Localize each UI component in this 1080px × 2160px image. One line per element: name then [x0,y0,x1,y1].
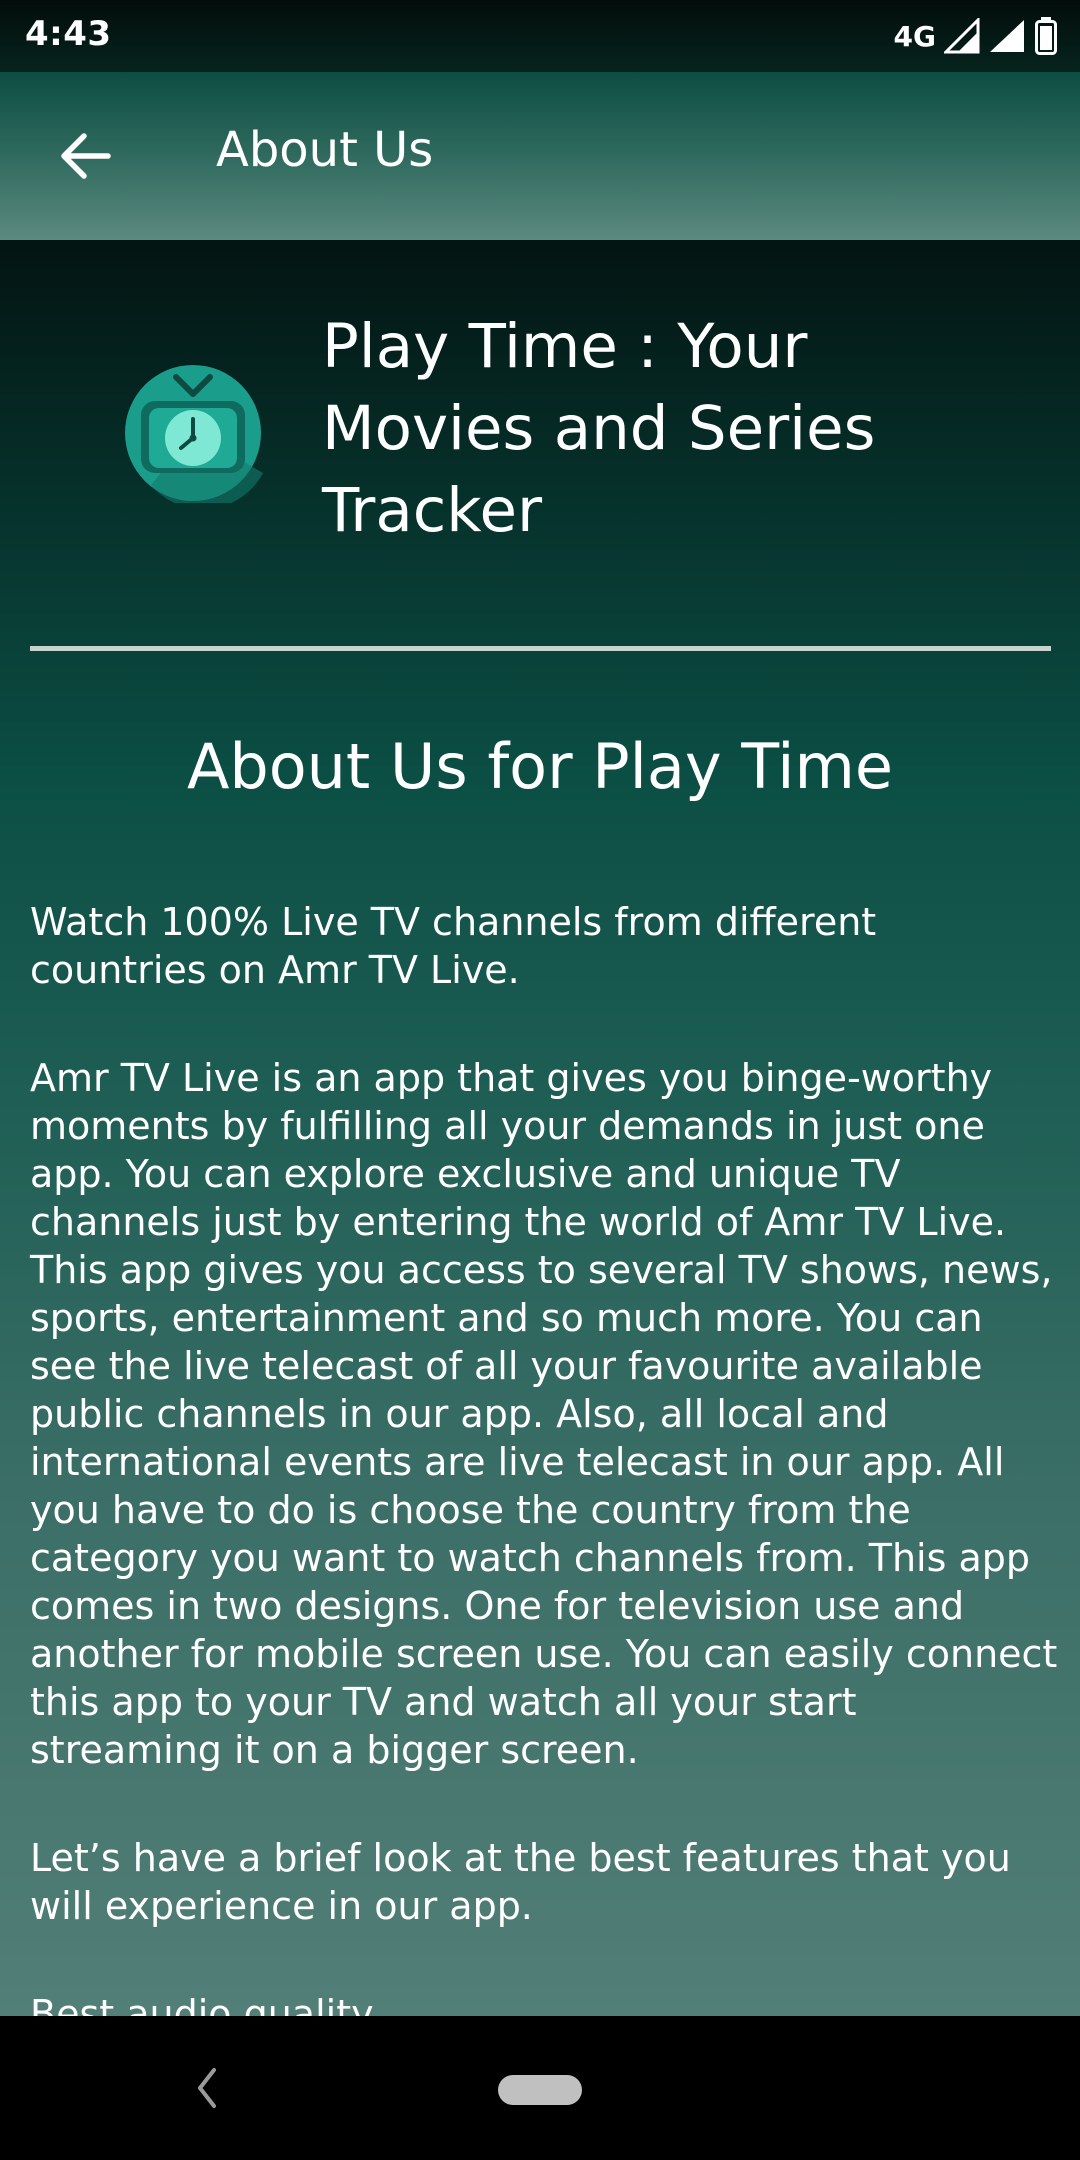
signal-4g-icon [944,18,980,54]
arrow-left-icon [61,133,111,179]
signal-icon [990,20,1024,52]
about-content[interactable]: Play Time : Your Movies and Series Track… [0,240,1080,2016]
app-header: Play Time : Your Movies and Series Track… [0,240,1080,620]
battery-icon [1035,17,1057,55]
feature-item-audio: Best audio quality [30,1992,374,2016]
paragraph-description: Amr TV Live is an app that gives you bin… [30,1056,1058,1772]
app-name-heading: Play Time : Your Movies and Series Track… [322,311,876,546]
status-time: 4:43 [25,14,112,54]
tv-clock-icon [125,365,263,503]
status-bar: 4:43 4G [0,0,1080,72]
nav-back-icon[interactable] [186,2056,226,2120]
page-title: About Us [216,122,434,178]
about-body: Watch 100% Live TV channels from differe… [30,898,1060,2016]
network-type-label: 4G [893,19,936,53]
paragraph-features-intro: Let’s have a brief look at the best feat… [30,1836,1011,1928]
screen: 4:43 4G About Us Play Time: Your Movies… [0,0,1080,2160]
back-button[interactable] [42,113,128,199]
status-icons: 4G [894,14,1058,58]
app-bar: About Us [0,72,1080,240]
paragraph-intro: Watch 100% Live TV channels from differe… [30,900,877,992]
nav-home-pill[interactable] [498,2075,582,2105]
section-title: About Us for Play Time [186,730,894,803]
section-divider [30,646,1051,651]
